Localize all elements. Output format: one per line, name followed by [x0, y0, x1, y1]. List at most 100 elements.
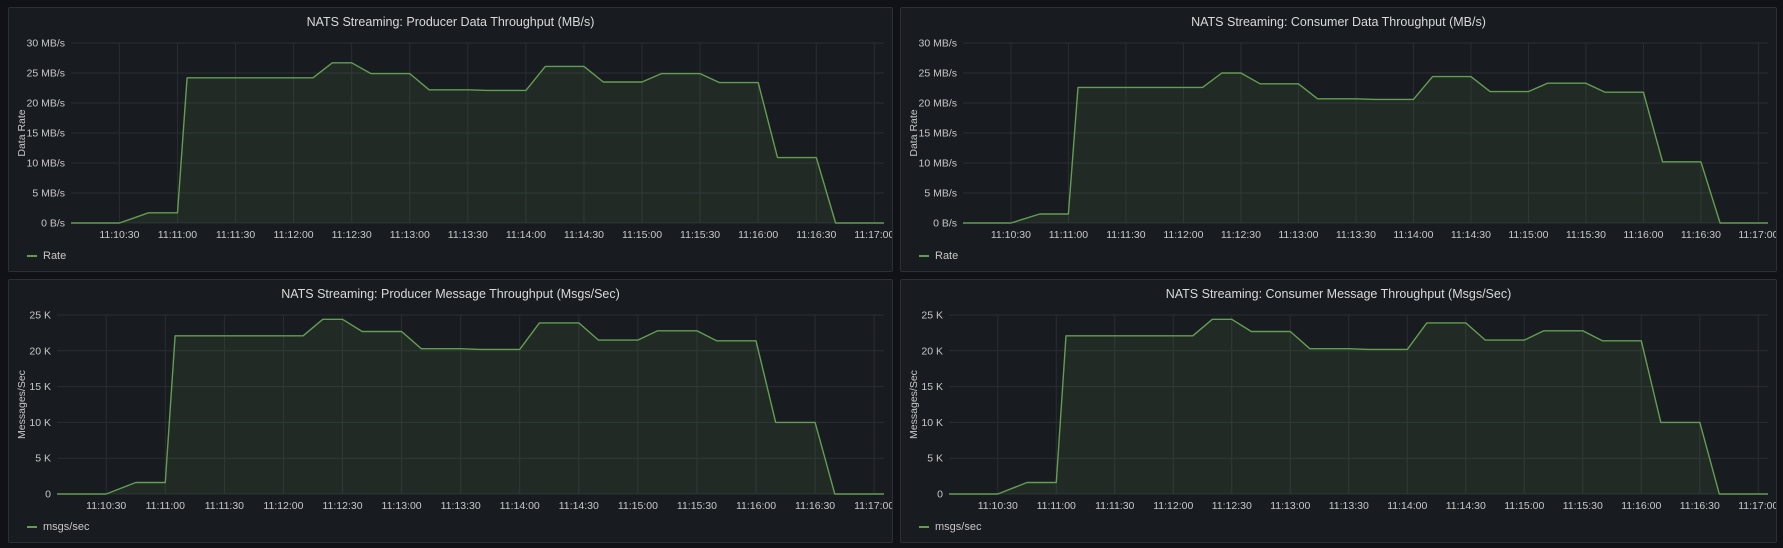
- x-tick-label: 11:10:30: [978, 500, 1018, 512]
- legend-swatch: [919, 255, 929, 257]
- x-tick-label: 11:12:30: [1221, 229, 1261, 241]
- x-tick-label: 11:13:00: [1278, 229, 1318, 241]
- y-tick-label: 5 MB/s: [924, 188, 957, 200]
- x-tick-label: 11:10:30: [99, 229, 139, 241]
- x-tick-label: 11:15:30: [1566, 229, 1606, 241]
- x-tick-label: 11:13:00: [390, 229, 430, 241]
- y-tick-label: 25 K: [29, 310, 51, 322]
- x-tick-label: 11:15:30: [1563, 500, 1603, 512]
- chart-consumer-message-throughput: 0 5 K 10 K 15 K 20 K 25 K 11:10:30 11:11:00 11:1…: [908, 310, 1777, 513]
- series-area: [71, 62, 884, 223]
- chart-consumer-data-throughput: 0 B/s 5 MB/s 10 MB/s 15 MB/s 20 MB/s 25 MB/s 3…: [908, 38, 1777, 242]
- y-tick-label: 0: [45, 489, 51, 501]
- x-tick-label: 11:15:30: [677, 500, 717, 512]
- x-tick-label: 11:17:00: [1738, 500, 1777, 512]
- x-tick-label: 11:11:30: [1095, 500, 1134, 512]
- y-tick-label: 15 K: [921, 381, 943, 393]
- x-tick-label: 11:12:30: [322, 500, 362, 512]
- panel-consumer-message-throughput[interactable]: NATS Streaming: Consumer Message Through…: [900, 279, 1777, 543]
- legend-swatch: [27, 255, 37, 257]
- x-tick-label: 11:15:00: [622, 229, 662, 241]
- x-tick-label: 11:13:30: [1329, 500, 1369, 512]
- legend: Rate: [919, 250, 958, 262]
- y-tick-label: 20 MB/s: [26, 98, 65, 110]
- x-tick-label: 11:17:00: [854, 229, 893, 241]
- x-tick-label: 11:14:30: [564, 229, 604, 241]
- y-axis-label: Messages/Sec: [16, 370, 28, 439]
- legend-label-msgs[interactable]: msgs/sec: [935, 521, 981, 533]
- x-tick-label: 11:14:00: [506, 229, 546, 241]
- y-tick-label: 0 B/s: [933, 218, 957, 230]
- x-tick-label: 11:11:00: [1037, 500, 1076, 512]
- chart-producer-data-throughput: 0 B/s 5 MB/s 10 MB/s 15 MB/s 20 MB/s 25 MB/s 3…: [16, 38, 893, 242]
- x-tick-label: 11:11:00: [146, 500, 185, 512]
- y-tick-label: 15 MB/s: [26, 128, 65, 140]
- legend-swatch: [919, 526, 929, 528]
- x-tick-label: 11:14:30: [559, 500, 599, 512]
- legend-swatch: [27, 526, 37, 528]
- y-tick-label: 10 MB/s: [26, 158, 65, 170]
- chart-producer-message-throughput: 0 5 K 10 K 15 K 20 K 25 K 11:10:30 11:11:00 11:1…: [16, 310, 893, 513]
- legend: msgs/sec: [27, 521, 89, 533]
- x-tick-label: 11:12:30: [332, 229, 372, 241]
- y-tick-label: 20 K: [921, 345, 943, 357]
- y-tick-label: 15 MB/s: [918, 128, 957, 140]
- legend: msgs/sec: [919, 521, 981, 533]
- x-tick-label: 11:15:00: [1504, 500, 1544, 512]
- x-tick-label: 11:11:00: [1049, 229, 1088, 241]
- x-tick-label: 11:13:00: [382, 500, 422, 512]
- y-tick-label: 0 B/s: [41, 218, 65, 230]
- x-tick-label: 11:10:30: [991, 229, 1031, 241]
- x-tick-label: 11:17:00: [854, 500, 893, 512]
- x-tick-label: 11:16:00: [1623, 229, 1663, 241]
- series-area: [949, 319, 1768, 494]
- y-tick-label: 5 MB/s: [32, 188, 65, 200]
- x-tick-label: 11:10:30: [86, 500, 126, 512]
- x-tick-label: 11:16:30: [795, 500, 835, 512]
- x-tick-label: 11:16:30: [1680, 500, 1720, 512]
- x-tick-label: 11:17:00: [1738, 229, 1777, 241]
- x-tick-label: 11:11:00: [158, 229, 197, 241]
- x-tick-label: 11:16:00: [736, 500, 776, 512]
- y-axis-label: Data Rate: [16, 109, 28, 156]
- y-tick-label: 20 MB/s: [918, 98, 957, 110]
- series-area: [963, 73, 1768, 223]
- x-tick-label: 11:12:00: [274, 229, 314, 241]
- x-tick-label: 11:15:30: [680, 229, 720, 241]
- x-tick-label: 11:12:30: [1212, 500, 1252, 512]
- x-tick-label: 11:13:00: [1270, 500, 1310, 512]
- y-tick-label: 30 MB/s: [918, 38, 957, 50]
- x-tick-label: 11:16:30: [1681, 229, 1721, 241]
- x-tick-label: 11:11:30: [205, 500, 244, 512]
- x-tick-label: 11:14:00: [1393, 229, 1433, 241]
- x-tick-label: 11:13:30: [448, 229, 488, 241]
- legend-label-rate[interactable]: Rate: [935, 250, 958, 262]
- x-tick-label: 11:12:00: [1163, 229, 1203, 241]
- panel-consumer-data-throughput[interactable]: NATS Streaming: Consumer Data Throughput…: [900, 7, 1777, 272]
- y-tick-label: 20 K: [29, 345, 51, 357]
- dashboard-grid: NATS Streaming: Producer Data Throughput…: [0, 0, 1783, 548]
- panel-producer-message-throughput[interactable]: NATS Streaming: Producer Message Through…: [8, 279, 893, 543]
- legend: Rate: [27, 250, 66, 262]
- x-tick-label: 11:14:00: [1387, 500, 1427, 512]
- x-tick-label: 11:14:30: [1451, 229, 1491, 241]
- x-tick-label: 11:13:30: [441, 500, 481, 512]
- x-tick-label: 11:13:30: [1336, 229, 1376, 241]
- x-tick-label: 11:11:30: [1106, 229, 1145, 241]
- y-tick-label: 25 MB/s: [26, 68, 65, 80]
- x-tick-label: 11:15:00: [618, 500, 658, 512]
- y-tick-label: 10 K: [921, 417, 943, 429]
- y-tick-label: 15 K: [29, 381, 51, 393]
- y-tick-label: 0: [937, 489, 943, 501]
- x-tick-label: 11:11:30: [216, 229, 255, 241]
- x-tick-label: 11:14:00: [500, 500, 540, 512]
- x-tick-label: 11:16:30: [796, 229, 836, 241]
- x-tick-label: 11:12:00: [263, 500, 303, 512]
- y-axis-label: Messages/Sec: [908, 370, 920, 439]
- legend-label-msgs[interactable]: msgs/sec: [43, 521, 89, 533]
- legend-label-rate[interactable]: Rate: [43, 250, 66, 262]
- x-tick-label: 11:16:00: [738, 229, 778, 241]
- y-tick-label: 10 MB/s: [918, 158, 957, 170]
- y-tick-label: 25 MB/s: [918, 68, 957, 80]
- panel-producer-data-throughput[interactable]: NATS Streaming: Producer Data Throughput…: [8, 7, 893, 272]
